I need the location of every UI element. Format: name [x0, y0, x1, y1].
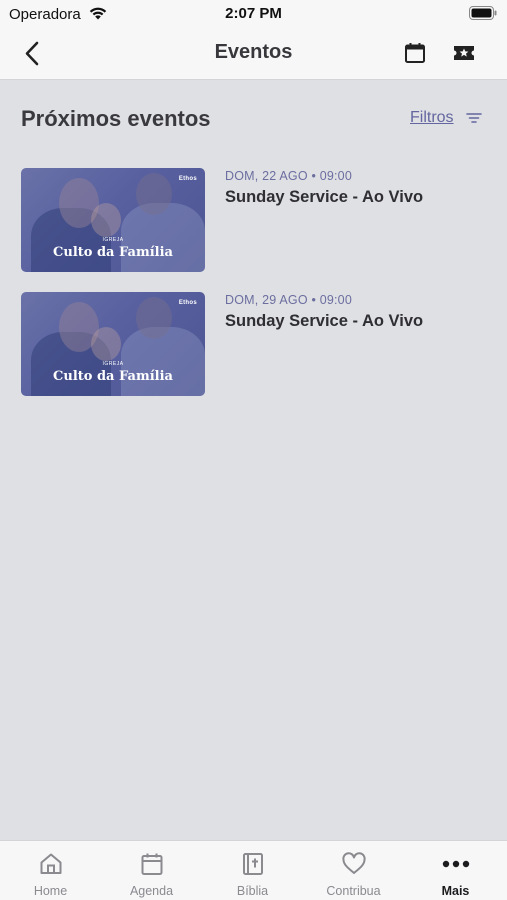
- tab-agenda[interactable]: Agenda: [101, 841, 202, 900]
- event-item[interactable]: Ethos IGREJA Culto da Família DOM, 29 AG…: [21, 292, 491, 396]
- tab-bar: Home Agenda Bíblia Contribua Mais: [0, 840, 507, 900]
- thumbnail-title: Culto da Família: [53, 369, 173, 384]
- filters-label: Filtros: [410, 109, 454, 126]
- home-icon: [40, 853, 61, 874]
- tab-mais[interactable]: Mais: [405, 841, 506, 900]
- ticket-button[interactable]: [452, 42, 476, 69]
- tab-home[interactable]: Home: [0, 841, 101, 900]
- ticket-icon: [454, 46, 474, 60]
- nav-bar: Eventos: [0, 28, 507, 80]
- thumbnail-caption: IGREJA: [102, 237, 124, 243]
- tab-home-label: Home: [33, 884, 68, 898]
- filter-icon: [465, 113, 482, 123]
- thumbnail-title: Culto da Família: [53, 245, 173, 260]
- event-title: Sunday Service - Ao Vivo: [225, 188, 424, 206]
- event-thumbnail: Ethos IGREJA Culto da Família: [21, 168, 205, 272]
- event-date: DOM, 29 AGO • 09:00: [225, 293, 352, 307]
- status-time: 2:07 PM: [225, 5, 282, 22]
- thumbnail-caption: IGREJA: [102, 361, 124, 367]
- church-logo: Ethos: [178, 300, 197, 306]
- tab-biblia[interactable]: Bíblia: [202, 841, 303, 900]
- calendar-icon: [405, 43, 425, 63]
- status-bar: Operadora 2:07 PM: [0, 0, 507, 28]
- calendar-button[interactable]: [403, 41, 427, 70]
- filters-button[interactable]: Filtros: [410, 109, 482, 127]
- tab-agenda-label: Agenda: [129, 884, 174, 898]
- event-title: Sunday Service - Ao Vivo: [225, 312, 424, 330]
- bible-icon: [242, 853, 263, 875]
- event-item[interactable]: Ethos IGREJA Culto da Família DOM, 22 AG…: [21, 168, 491, 272]
- tab-contribua[interactable]: Contribua: [303, 841, 404, 900]
- tab-mais-label: Mais: [441, 884, 470, 898]
- tab-contribua-label: Contribua: [326, 884, 381, 898]
- battery-icon: [469, 6, 497, 20]
- tab-biblia-label: Bíblia: [236, 884, 269, 898]
- heart-icon: [341, 852, 366, 874]
- page-title: Eventos: [214, 41, 293, 63]
- event-date: DOM, 22 AGO • 09:00: [225, 169, 352, 183]
- section-title: Próximos eventos: [21, 106, 211, 131]
- church-logo: Ethos: [178, 176, 197, 182]
- more-icon: [442, 860, 469, 868]
- event-thumbnail: Ethos IGREJA Culto da Família: [21, 292, 205, 396]
- calendar-icon: [141, 853, 162, 875]
